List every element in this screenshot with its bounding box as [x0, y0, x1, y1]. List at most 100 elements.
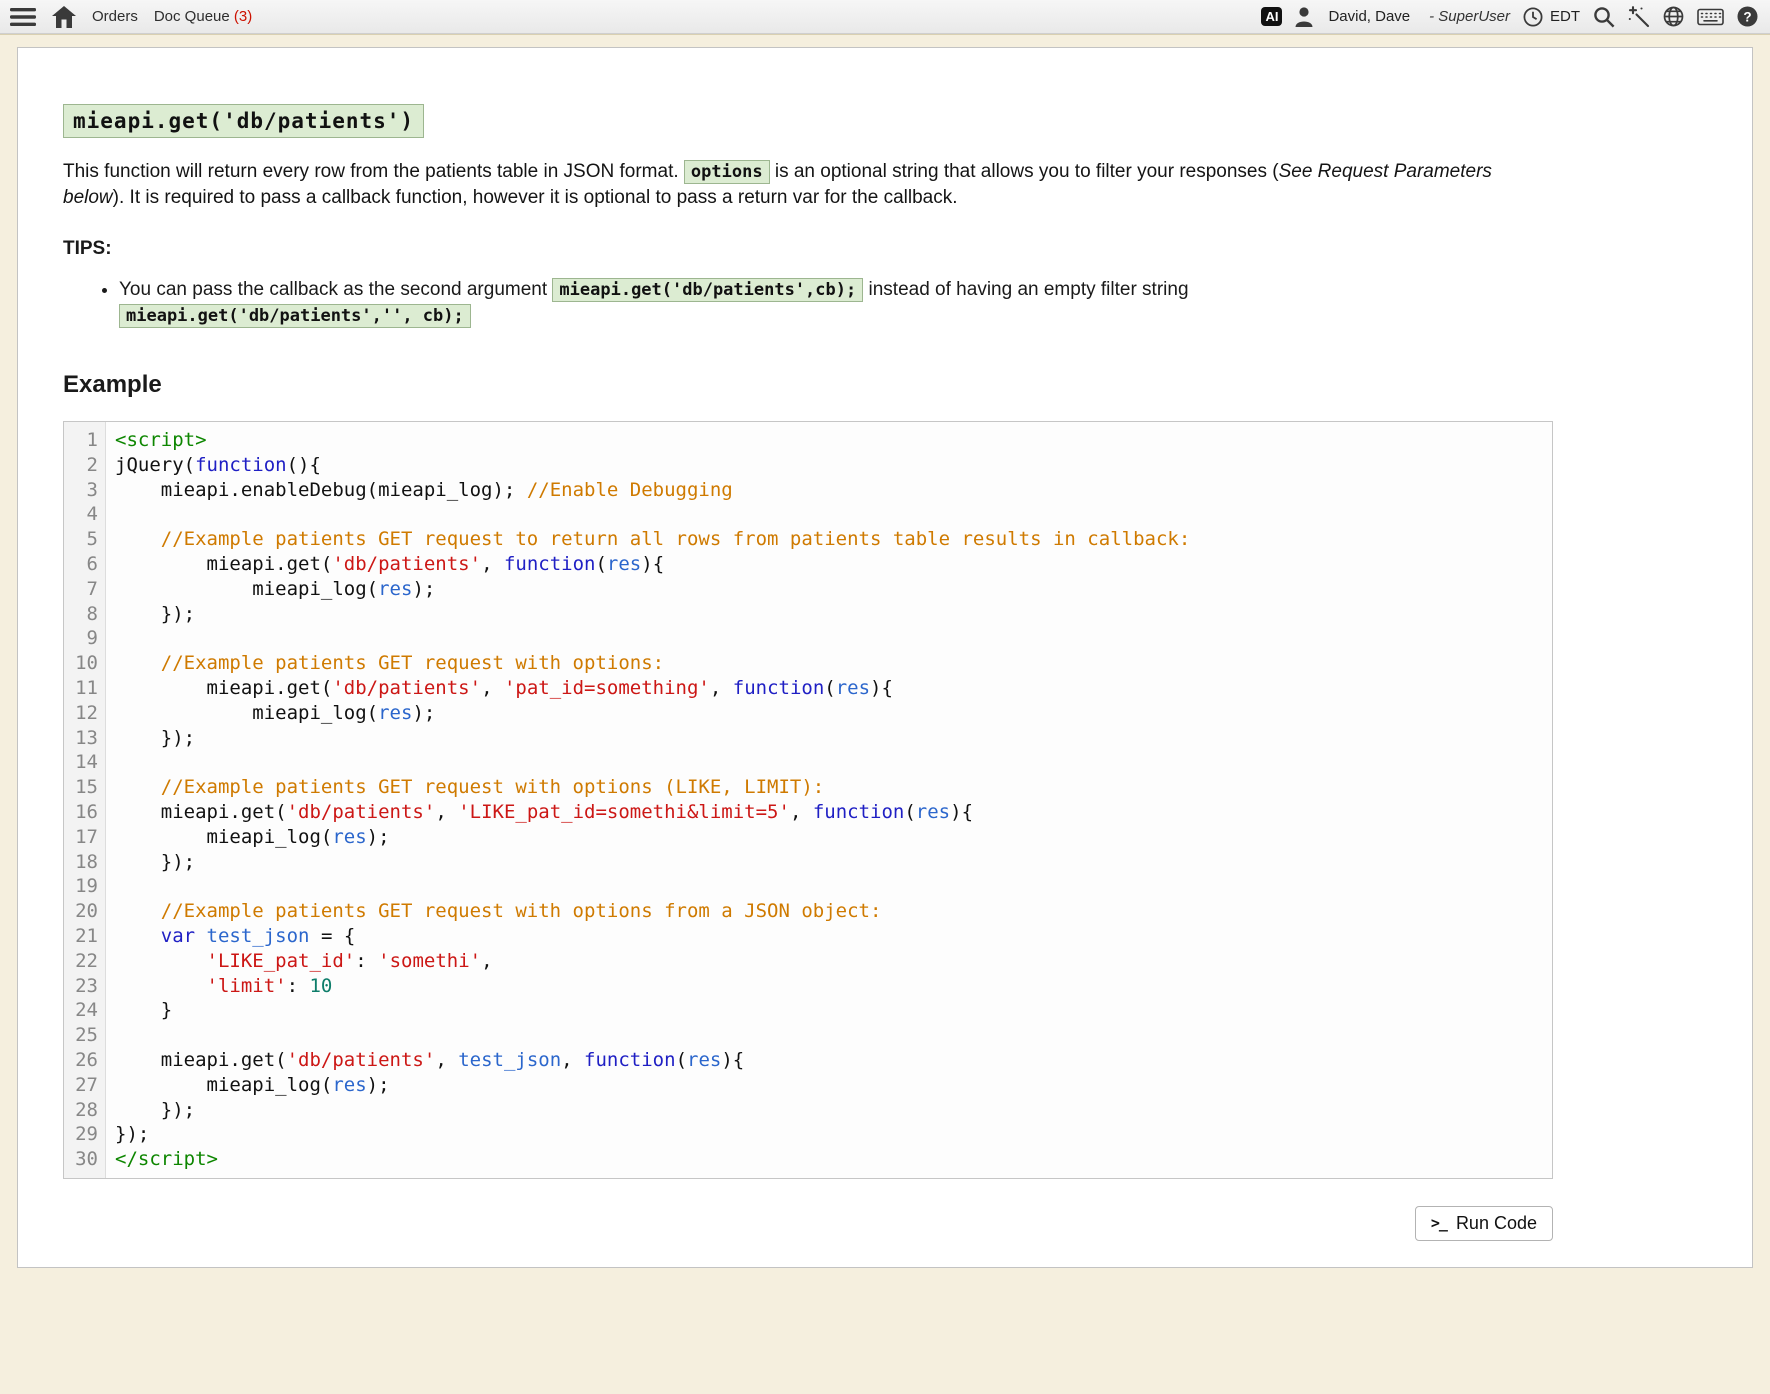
code-line: 'LIKE_pat_id': 'somethi',: [115, 949, 1552, 974]
line-number: 24: [64, 998, 105, 1023]
line-number: 19: [64, 874, 105, 899]
example-heading: Example: [63, 371, 1553, 399]
line-number: 12: [64, 701, 105, 726]
inline-code: mieapi.get('db/patients','', cb);: [119, 304, 471, 328]
line-number: 5: [64, 527, 105, 552]
line-number: 2: [64, 453, 105, 478]
line-number: 16: [64, 800, 105, 825]
svg-text:?: ?: [1743, 9, 1751, 24]
code-line: var test_json = {: [115, 924, 1552, 949]
code-line: });: [115, 1122, 1552, 1147]
inline-code: mieapi.get('db/patients',cb);: [552, 278, 863, 302]
user-name[interactable]: David, Dave: [1328, 8, 1410, 25]
line-number: 1: [64, 428, 105, 453]
line-number: 20: [64, 899, 105, 924]
top-bar: Orders Doc Queue (3) AI David, Dave - Su…: [0, 0, 1770, 34]
line-number: 23: [64, 974, 105, 999]
run-code-label: Run Code: [1456, 1213, 1537, 1234]
line-number: 27: [64, 1073, 105, 1098]
line-number: 22: [64, 949, 105, 974]
wand-icon[interactable]: [1628, 6, 1650, 28]
code-line: mieapi_log(res);: [115, 701, 1552, 726]
line-number: 29: [64, 1122, 105, 1147]
code-line: mieapi.get('db/patients', test_json, fun…: [115, 1048, 1552, 1073]
code-line: jQuery(function(){: [115, 453, 1552, 478]
line-number: 6: [64, 552, 105, 577]
nav-orders[interactable]: Orders: [92, 8, 138, 25]
line-number: 11: [64, 676, 105, 701]
text-run: This function will return every row from…: [63, 161, 684, 182]
line-number: 30: [64, 1147, 105, 1172]
doc-card: mieapi.get('db/patients') This function …: [17, 47, 1753, 1268]
timezone-label: EDT: [1550, 8, 1580, 25]
run-row: >_ Run Code: [63, 1206, 1553, 1241]
line-number: 10: [64, 651, 105, 676]
line-number: 28: [64, 1098, 105, 1123]
code-line: [115, 502, 1552, 527]
line-number: 4: [64, 502, 105, 527]
code-line: mieapi.get('db/patients', 'LIKE_pat_id=s…: [115, 800, 1552, 825]
code-line: <script>: [115, 428, 1552, 453]
user-role: - SuperUser: [1429, 8, 1510, 25]
code-line: [115, 1023, 1552, 1048]
search-icon[interactable]: [1593, 6, 1615, 28]
line-number: 14: [64, 750, 105, 775]
code-line: [115, 874, 1552, 899]
user-icon[interactable]: [1295, 7, 1313, 27]
home-icon[interactable]: [52, 6, 76, 28]
code-line: mieapi.get('db/patients', 'pat_id=someth…: [115, 676, 1552, 701]
terminal-icon: >_: [1431, 1214, 1447, 1232]
code-line: mieapi_log(res);: [115, 577, 1552, 602]
code-lines: <script>jQuery(function(){ mieapi.enable…: [106, 422, 1552, 1178]
text-run: instead of having an empty filter string: [863, 279, 1188, 300]
line-number: 25: [64, 1023, 105, 1048]
text-run: is an optional string that allows you to…: [770, 161, 1279, 182]
ai-badge[interactable]: AI: [1261, 7, 1282, 26]
clock-icon[interactable]: [1523, 7, 1543, 27]
code-line: //Example patients GET request with opti…: [115, 775, 1552, 800]
code-line: //Example patients GET request with opti…: [115, 651, 1552, 676]
code-line: //Example patients GET request with opti…: [115, 899, 1552, 924]
code-line: mieapi.get('db/patients', function(res){: [115, 552, 1552, 577]
doc-queue-count: (3): [234, 8, 252, 25]
page-background: mieapi.get('db/patients') This function …: [0, 35, 1770, 1268]
code-gutter: 1234567891011121314151617181920212223242…: [64, 422, 106, 1178]
code-line: mieapi.enableDebug(mieapi_log); //Enable…: [115, 478, 1552, 503]
code-line: //Example patients GET request to return…: [115, 527, 1552, 552]
intro-paragraph: This function will return every row from…: [63, 159, 1553, 211]
code-line: }: [115, 998, 1552, 1023]
menu-icon[interactable]: [10, 7, 36, 27]
tip-item: You can pass the callback as the second …: [119, 277, 1533, 329]
text-run: You can pass the callback as the second …: [119, 279, 552, 300]
line-number: 9: [64, 626, 105, 651]
text-run: ). It is required to pass a callback fun…: [113, 187, 958, 208]
line-number: 26: [64, 1048, 105, 1073]
line-number: 17: [64, 825, 105, 850]
run-code-button[interactable]: >_ Run Code: [1415, 1206, 1553, 1241]
page-title: mieapi.get('db/patients'): [63, 104, 424, 138]
doc-content: mieapi.get('db/patients') This function …: [18, 48, 1553, 1241]
code-line: });: [115, 1098, 1552, 1123]
code-block: 1234567891011121314151617181920212223242…: [63, 421, 1553, 1179]
code-line: });: [115, 850, 1552, 875]
code-line: mieapi_log(res);: [115, 825, 1552, 850]
globe-icon[interactable]: [1663, 6, 1684, 27]
keyboard-icon[interactable]: [1697, 8, 1724, 26]
line-number: 3: [64, 478, 105, 503]
tips-list: You can pass the callback as the second …: [63, 277, 1533, 329]
nav-doc-queue[interactable]: Doc Queue (3): [154, 8, 252, 25]
line-number: 18: [64, 850, 105, 875]
code-line: </script>: [115, 1147, 1552, 1172]
line-number: 15: [64, 775, 105, 800]
code-line: [115, 626, 1552, 651]
line-number: 13: [64, 726, 105, 751]
code-line: 'limit': 10: [115, 974, 1552, 999]
code-line: });: [115, 726, 1552, 751]
nav-doc-queue-label: Doc Queue: [154, 8, 230, 25]
code-line: mieapi_log(res);: [115, 1073, 1552, 1098]
help-icon[interactable]: ?: [1737, 6, 1758, 27]
line-number: 7: [64, 577, 105, 602]
line-number: 21: [64, 924, 105, 949]
inline-code: options: [684, 160, 770, 184]
code-line: });: [115, 602, 1552, 627]
